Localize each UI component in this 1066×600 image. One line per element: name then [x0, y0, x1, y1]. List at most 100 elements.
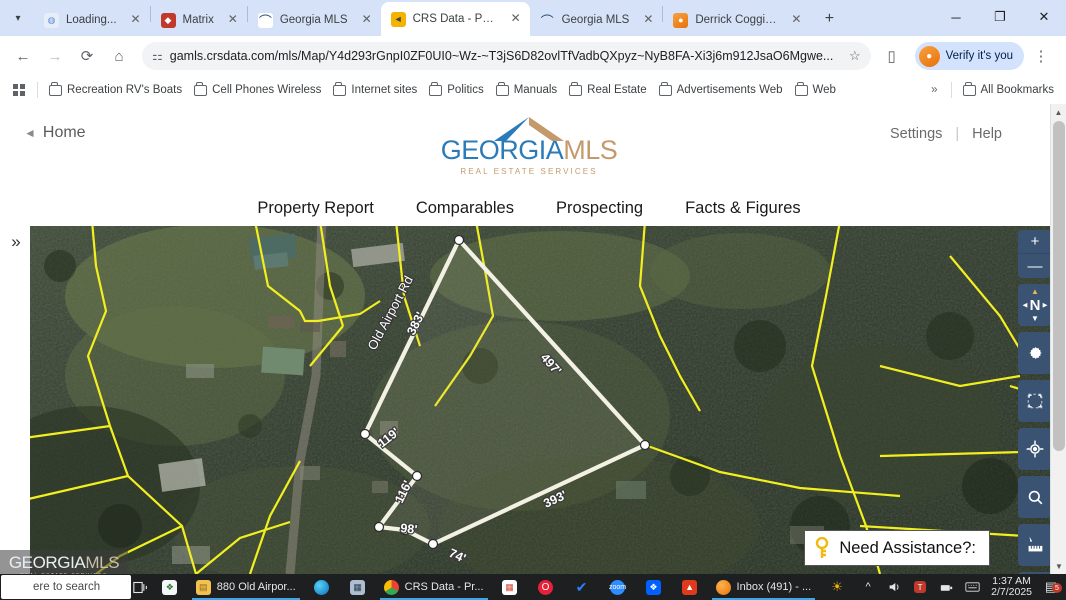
tab-close-icon[interactable]: ✕	[508, 11, 524, 27]
bookmark-star-icon[interactable]: ☆	[849, 48, 861, 64]
compass-west-arrow[interactable]: ◄	[1021, 301, 1029, 310]
keyboard-icon[interactable]	[959, 574, 985, 600]
taskbar-app-firefox[interactable]: Inbox (491) - ...	[708, 574, 820, 600]
bookmarks-overflow-icon[interactable]: »	[923, 84, 945, 96]
tab-comparables[interactable]: Comparables	[416, 199, 514, 218]
bookmark-manuals[interactable]: Manuals	[490, 81, 563, 99]
home-label: Home	[42, 124, 86, 141]
taskbar-app-chrome[interactable]: CRS Data - Pr...	[376, 574, 492, 600]
map-settings-icon[interactable]	[1018, 332, 1052, 374]
taskbar-app-calendar[interactable]: ▦	[492, 574, 528, 600]
compass-east-arrow[interactable]: ►	[1041, 301, 1049, 310]
task-view-icon[interactable]	[131, 574, 149, 600]
taskbar-app-weather[interactable]: ☀	[819, 574, 855, 600]
edge-icon	[314, 579, 330, 595]
window-close-button[interactable]: ✕	[1022, 0, 1066, 34]
bookmark-politics[interactable]: Politics	[423, 81, 489, 99]
select-box-icon[interactable]	[1018, 380, 1052, 422]
volume-icon[interactable]	[881, 574, 907, 600]
header-links: Settings | Help	[890, 126, 1002, 142]
taskbar-app-widgets[interactable]: ❖	[152, 574, 188, 600]
browser-tab-3-active[interactable]: ◄ CRS Data - Prope ✕	[380, 2, 530, 36]
apps-grid-icon[interactable]	[6, 79, 32, 101]
taskbar-app-file-explorer[interactable]: ▤ 880 Old Airpor...	[188, 574, 304, 600]
back-icon[interactable]: ←	[8, 41, 38, 71]
tab-property-report[interactable]: Property Report	[257, 199, 373, 218]
profile-verify-chip[interactable]: ● Verify it's you	[914, 42, 1024, 70]
window-minimize-button[interactable]: ─	[934, 0, 978, 34]
show-hidden-icons-icon[interactable]: ^	[855, 574, 881, 600]
georgia-mls-logo[interactable]: GEORGIAMLS REAL ESTATE SERVICES	[419, 114, 639, 176]
teams-icon[interactable]: T	[907, 574, 933, 600]
taskbar-app-microsoft-edge[interactable]	[304, 574, 340, 600]
print-icon[interactable]	[1018, 572, 1052, 574]
tab-close-icon[interactable]: ✕	[225, 12, 241, 28]
bookmark-advertisements-web[interactable]: Advertisements Web	[653, 81, 789, 99]
georgia-mls-icon: ⌒	[257, 12, 273, 28]
bookmark-recreation-rvs-boats[interactable]: Recreation RV's Boats	[43, 81, 188, 99]
page-scrollbar[interactable]: ▲ ▼	[1050, 104, 1066, 574]
taskbar-app-calculator[interactable]: ▦	[340, 574, 376, 600]
browser-tab-0[interactable]: ◍ Loading... ✕	[34, 4, 150, 36]
taskbar-clock[interactable]: 1:37 AM 2/7/2025	[985, 576, 1038, 598]
scroll-up-arrow-icon[interactable]: ▲	[1051, 104, 1066, 120]
bookmark-all-bookmarks[interactable]: All Bookmarks	[957, 81, 1061, 99]
tab-title: Georgia MLS	[279, 14, 348, 26]
scrollbar-thumb[interactable]	[1053, 121, 1065, 451]
home-breadcrumb[interactable]: ◄ Home	[24, 124, 86, 142]
tab-close-icon[interactable]: ✕	[640, 12, 656, 28]
settings-link[interactable]: Settings	[890, 126, 942, 142]
site-settings-icon[interactable]: ⚏	[152, 49, 163, 63]
tab-facts-and-figures[interactable]: Facts & Figures	[685, 199, 801, 218]
home-icon[interactable]: ⌂	[104, 41, 134, 71]
taskbar-app-opera[interactable]: O	[528, 574, 564, 600]
page-content: ◄ Home Settings | Help GEORGIAMLS REAL E…	[0, 104, 1058, 574]
reload-icon[interactable]: ⟳	[72, 41, 102, 71]
help-link[interactable]: Help	[972, 126, 1002, 142]
zoom-in-icon[interactable]: +	[1018, 230, 1052, 254]
new-tab-button[interactable]: +	[816, 6, 842, 32]
compass-south-arrow[interactable]: ▼	[1031, 314, 1039, 323]
need-assistance-callout[interactable]: Need Assistance?:	[804, 530, 990, 566]
taskbar-app-zoom[interactable]: zoom	[600, 574, 636, 600]
zoom-out-icon[interactable]: —	[1018, 254, 1052, 278]
forward-icon[interactable]: →	[40, 41, 70, 71]
compass-icon[interactable]: ▲ ◄ N ► ▼	[1018, 284, 1052, 326]
browser-tab-2[interactable]: ⌒ Georgia MLS ✕	[248, 4, 381, 36]
taskbar-app-brave[interactable]: ▲	[672, 574, 708, 600]
search-icon[interactable]	[1018, 476, 1052, 518]
bookmark-cell-phones-wireless[interactable]: Cell Phones Wireless	[188, 81, 327, 99]
scroll-down-arrow-icon[interactable]: ▼	[1051, 558, 1066, 574]
window-maximize-button[interactable]: ❐	[978, 0, 1022, 34]
taskbar-app-todoist[interactable]: ✔	[564, 574, 600, 600]
aerial-parcel-map[interactable]: Old Airport Rd 383' 497' 393' 74' 98' 11…	[0, 226, 1058, 574]
browser-tab-4[interactable]: ⌒ Georgia MLS ✕	[530, 4, 663, 36]
browser-tab-1[interactable]: ◆ Matrix ✕	[151, 4, 247, 36]
tab-close-icon[interactable]: ✕	[788, 12, 804, 28]
network-icon[interactable]	[933, 574, 959, 600]
measure-ruler-icon[interactable]	[1018, 524, 1052, 566]
tab-search-icon[interactable]: ▾	[4, 4, 32, 32]
folder-icon	[49, 82, 62, 96]
chrome-menu-icon[interactable]: ⋮	[1026, 41, 1056, 71]
map-viewport[interactable]: Old Airport Rd 383' 497' 393' 74' 98' 11…	[0, 226, 1058, 574]
bookmark-internet-sites[interactable]: Internet sites	[327, 81, 423, 99]
tab-close-icon[interactable]: ✕	[359, 12, 375, 28]
bookmark-web[interactable]: Web	[789, 81, 842, 99]
locate-crosshair-icon[interactable]	[1018, 428, 1052, 470]
folder-icon	[962, 82, 976, 96]
notification-center-icon[interactable]: ▤ 5	[1038, 579, 1064, 595]
taskbar-search-input[interactable]: ere to search	[1, 575, 132, 599]
taskbar-app-dropbox[interactable]: ❖	[636, 574, 672, 600]
address-bar-url: gamls.crsdata.com/mls/Map/Y4d293rGnpI0ZF…	[169, 49, 834, 63]
address-bar[interactable]: ⚏ gamls.crsdata.com/mls/Map/Y4d293rGnpI0…	[142, 42, 871, 70]
side-panel-icon[interactable]: ▯	[877, 41, 907, 71]
expand-panel-icon[interactable]: »	[6, 232, 26, 252]
map-layers-panel[interactable]: »	[0, 226, 30, 574]
tab-close-icon[interactable]: ✕	[128, 12, 144, 28]
compass-north-arrow[interactable]: ▲	[1031, 287, 1039, 296]
browser-tab-5[interactable]: ● Derrick Coggin | ✕	[663, 4, 810, 36]
firefox-icon: ●	[673, 12, 689, 28]
tab-prospecting[interactable]: Prospecting	[556, 199, 643, 218]
bookmark-real-estate[interactable]: Real Estate	[563, 81, 652, 99]
